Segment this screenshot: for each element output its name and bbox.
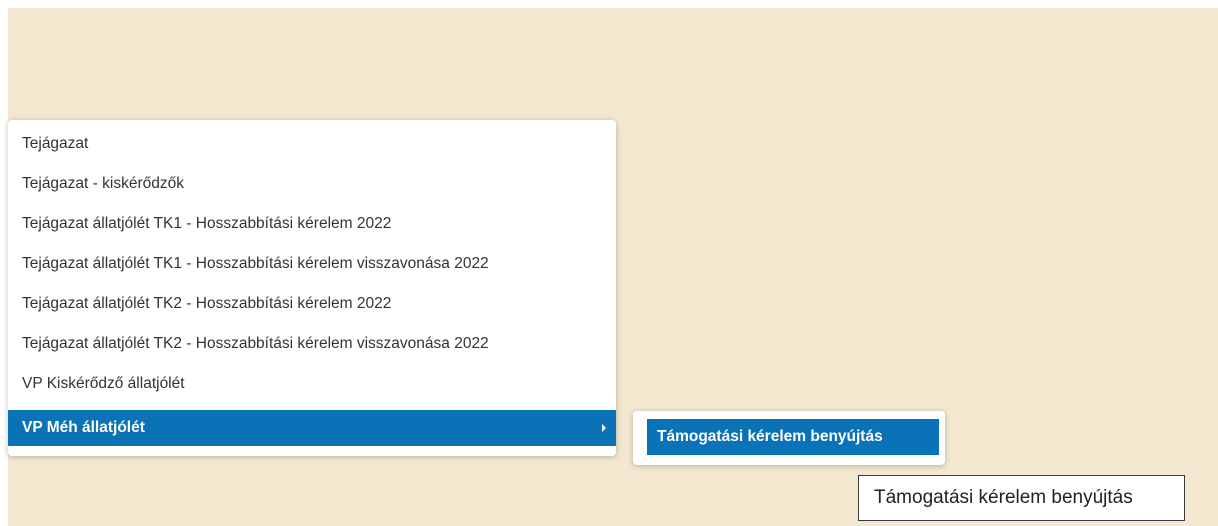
menu-item-tk2-hosszabbitasi-kerelem[interactable]: Tejágazat állatjólét TK2 - Hosszabbítási… [8,284,616,324]
chevron-right-icon [602,424,606,432]
submenu: Támogatási kérelem benyújtás [633,411,945,465]
tooltip: Támogatási kérelem benyújtás [858,475,1185,521]
menu-item-vp-meh-allatjolet[interactable]: VP Méh állatjólét [8,410,616,446]
submenu-item-tamogatasi-kerelem-benyujtas[interactable]: Támogatási kérelem benyújtás [647,419,939,455]
menu-item-tk1-hosszabbitasi-kerelem[interactable]: Tejágazat állatjólét TK1 - Hosszabbítási… [8,204,616,244]
menu-item-tk2-visszavonasa[interactable]: Tejágazat állatjólét TK2 - Hosszabbítási… [8,324,616,364]
menu-item-tk1-visszavonasa[interactable]: Tejágazat állatjólét TK1 - Hosszabbítási… [8,244,616,284]
menu-item-label: VP Méh állatjólét [22,419,145,436]
menu-item-tejagazat-kiskerodzok[interactable]: Tejágazat - kiskérődzők [8,164,616,204]
menu-item-vp-kiskerodzo-allatjolet[interactable]: VP Kiskérődző állatjólét [8,364,616,404]
menu-item-tejagazat[interactable]: Tejágazat [8,124,616,164]
dropdown-menu: Tejágazat Tejágazat - kiskérődzők Tejága… [8,120,616,456]
